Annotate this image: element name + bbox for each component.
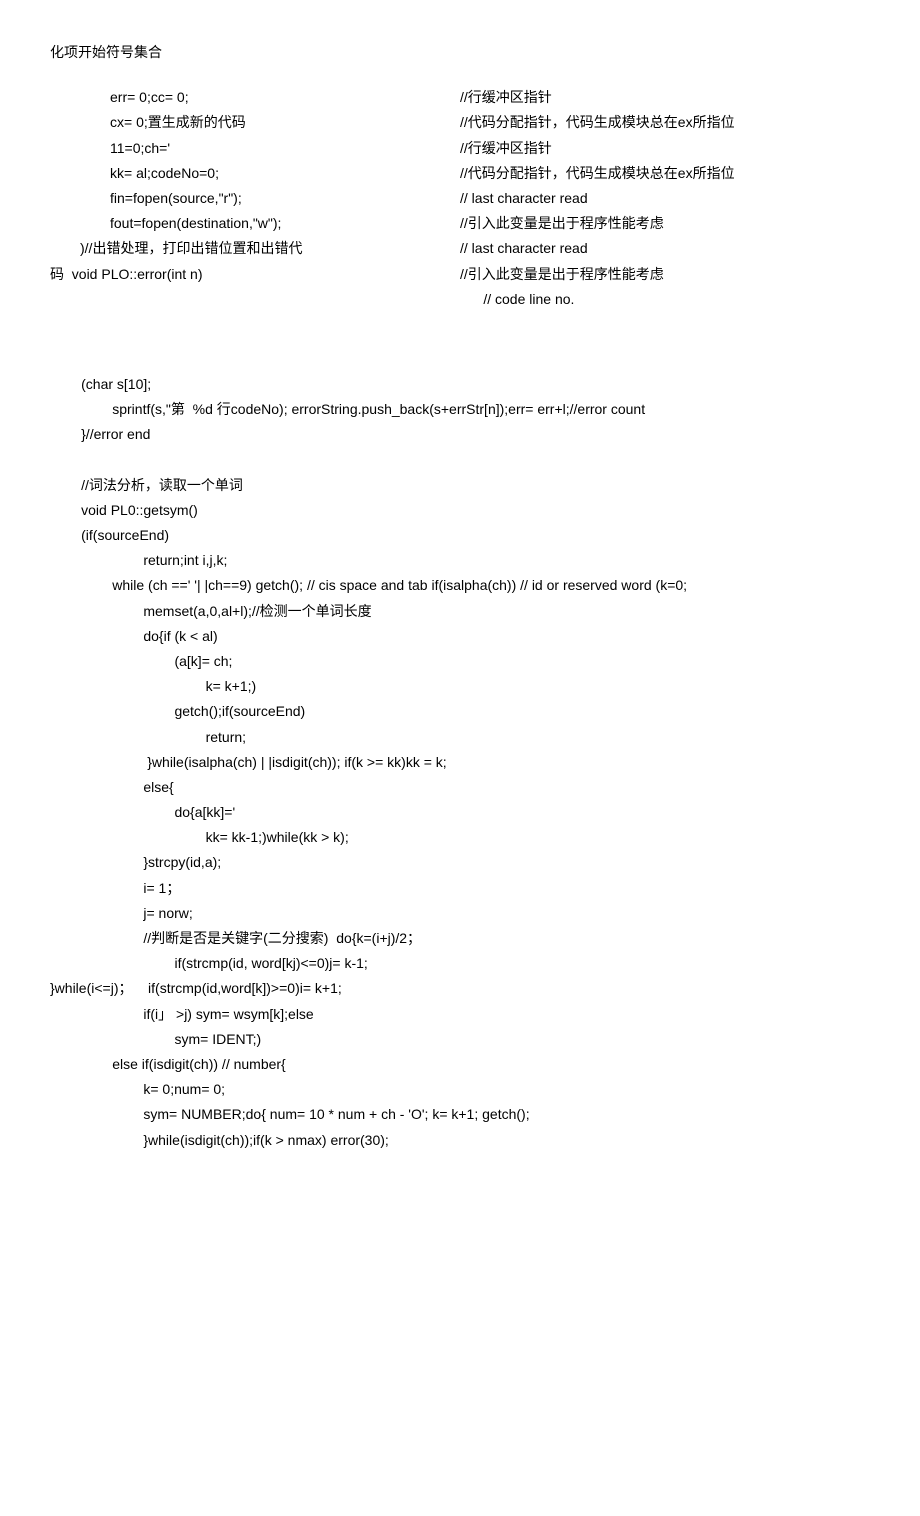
header-text: 化项开始符号集合	[50, 40, 870, 65]
code-line: 码 void PLO::error(int n)	[50, 262, 460, 287]
right-column: //行缓冲区指针 //代码分配指针，代码生成模块总在ex所指位 //行缓冲区指针…	[460, 85, 870, 312]
comment-line: //代码分配指针，代码生成模块总在ex所指位	[460, 161, 870, 186]
comment-line: //行缓冲区指针	[460, 85, 870, 110]
code-line: 11=0;ch='	[50, 136, 460, 161]
code-line: fout=fopen(destination,"w");	[50, 211, 460, 236]
two-column-section: err= 0;cc= 0; cx= 0;置生成新的代码 11=0;ch=' kk…	[50, 85, 870, 312]
code-block: (char s[10]; sprintf(s,"第 %d 行codeNo); e…	[50, 372, 870, 1153]
code-line: kk= al;codeNo=0;	[50, 161, 460, 186]
comment-line: //行缓冲区指针	[460, 136, 870, 161]
comment-line: //引入此变量是出于程序性能考虑	[460, 211, 870, 236]
comment-line: //引入此变量是出于程序性能考虑	[460, 262, 870, 287]
comment-line: //代码分配指针，代码生成模块总在ex所指位	[460, 110, 870, 135]
code-line: err= 0;cc= 0;	[50, 85, 460, 110]
code-line: )//出错处理，打印出错位置和出错代	[50, 236, 460, 261]
code-line: cx= 0;置生成新的代码	[50, 110, 460, 135]
comment-line: // last character read	[460, 236, 870, 261]
code-line: fin=fopen(source,"r");	[50, 186, 460, 211]
comment-line: // code line no.	[460, 287, 870, 312]
left-column: err= 0;cc= 0; cx= 0;置生成新的代码 11=0;ch=' kk…	[50, 85, 460, 312]
comment-line: // last character read	[460, 186, 870, 211]
